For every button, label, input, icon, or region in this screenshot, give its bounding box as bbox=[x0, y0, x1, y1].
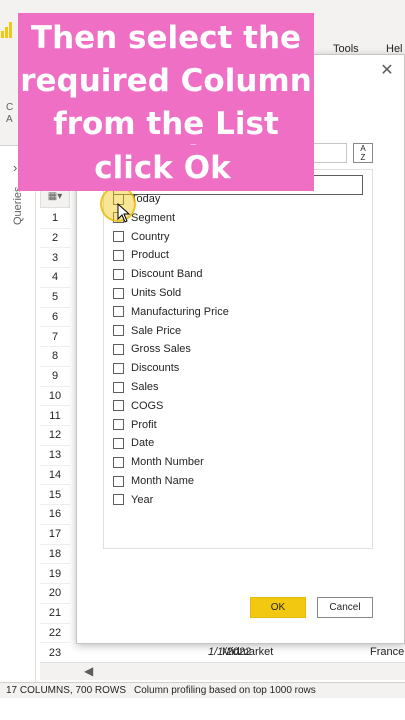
checkbox[interactable] bbox=[113, 249, 124, 261]
checkbox[interactable] bbox=[113, 475, 124, 487]
row-number[interactable]: 18 bbox=[40, 544, 70, 565]
table-cell-country[interactable]: France bbox=[370, 646, 404, 658]
row-number[interactable]: 4 bbox=[40, 268, 70, 288]
row-number[interactable]: 13 bbox=[40, 446, 70, 466]
checkbox[interactable] bbox=[113, 287, 124, 299]
sort-letter-top: A bbox=[360, 144, 366, 153]
table-cell-segment[interactable]: Midmarket bbox=[222, 646, 273, 658]
row-number[interactable]: 15 bbox=[40, 485, 70, 506]
column-label: Product bbox=[131, 249, 169, 262]
column-label: Gross Sales bbox=[131, 343, 191, 356]
column-label: Year bbox=[131, 493, 154, 506]
row-number[interactable]: 7 bbox=[40, 327, 70, 348]
checkbox[interactable] bbox=[113, 419, 124, 431]
row-number[interactable]: 20 bbox=[40, 584, 70, 604]
column-label: Discounts bbox=[131, 362, 180, 375]
list-item[interactable]: Sales bbox=[113, 378, 159, 396]
caption-line-4: click Ok bbox=[94, 150, 231, 186]
checkbox[interactable] bbox=[113, 362, 124, 374]
checkbox[interactable] bbox=[113, 343, 124, 355]
checkbox[interactable] bbox=[113, 437, 124, 449]
status-profiling: Column profiling based on top 1000 rows bbox=[134, 685, 316, 696]
column-label: Units Sold bbox=[131, 287, 182, 299]
column-label: Country bbox=[131, 230, 170, 243]
column-label: Manufacturing Price bbox=[131, 305, 229, 318]
caption-line-1: Then select the bbox=[30, 20, 302, 56]
column-label: Sale Price bbox=[131, 324, 182, 337]
list-item[interactable]: Profit bbox=[113, 416, 157, 434]
list-item[interactable]: Year bbox=[113, 491, 153, 509]
column-label: Sales bbox=[131, 381, 159, 393]
list-item[interactable]: COGS bbox=[113, 397, 163, 415]
mouse-pointer-icon bbox=[117, 203, 131, 223]
checkbox[interactable] bbox=[113, 231, 124, 243]
list-item[interactable]: Manufacturing Price bbox=[113, 303, 229, 321]
row-number[interactable]: 16 bbox=[40, 505, 70, 525]
column-label: Month Name bbox=[131, 475, 194, 487]
row-number[interactable]: 23 bbox=[40, 643, 70, 664]
row-number[interactable]: 17 bbox=[40, 525, 70, 545]
column-label: Month Number bbox=[131, 456, 204, 469]
list-item[interactable]: Discount Band bbox=[113, 265, 203, 283]
status-columns-rows: 17 COLUMNS, 700 ROWS bbox=[6, 685, 127, 696]
column-label: COGS bbox=[131, 399, 164, 412]
column-label: Discount Band bbox=[131, 268, 203, 281]
row-number[interactable]: 8 bbox=[40, 347, 70, 367]
tutorial-caption-tail: click Ok bbox=[89, 145, 236, 191]
list-item[interactable]: Units Sold bbox=[113, 284, 181, 302]
queries-pane: › Queries bbox=[0, 146, 36, 682]
sort-az-button[interactable]: A Z bbox=[353, 143, 373, 163]
horizontal-scrollbar[interactable]: ◀ bbox=[40, 662, 405, 680]
list-item[interactable]: Date bbox=[113, 434, 154, 452]
column-list: Today Segment Country Product Discount Band U… bbox=[103, 169, 373, 549]
row-number[interactable]: 21 bbox=[40, 604, 70, 624]
scroll-left-icon[interactable]: ◀ bbox=[84, 664, 93, 678]
queries-label[interactable]: Queries bbox=[12, 186, 24, 266]
row-number[interactable]: 1 bbox=[40, 209, 70, 229]
row-number[interactable]: 6 bbox=[40, 307, 70, 328]
cancel-button[interactable]: Cancel bbox=[317, 597, 373, 618]
row-number[interactable]: 14 bbox=[40, 465, 70, 486]
caption-line-2: required Column bbox=[20, 63, 312, 99]
row-number[interactable]: 19 bbox=[40, 564, 70, 585]
row-number[interactable]: 5 bbox=[40, 288, 70, 308]
column-label: Date bbox=[131, 437, 155, 450]
ok-button[interactable]: OK bbox=[250, 597, 306, 618]
row-number[interactable]: 22 bbox=[40, 623, 70, 644]
list-item[interactable]: Gross Sales bbox=[113, 340, 191, 358]
column-label: Profit bbox=[131, 418, 157, 431]
list-item[interactable]: Sale Price bbox=[113, 322, 181, 340]
checkbox[interactable] bbox=[113, 268, 124, 280]
checkbox[interactable] bbox=[113, 456, 124, 468]
column-label: Segment bbox=[131, 211, 176, 224]
list-item[interactable]: Country bbox=[113, 228, 170, 246]
checkbox[interactable] bbox=[113, 325, 124, 337]
checkbox[interactable] bbox=[113, 400, 124, 412]
row-number[interactable]: 9 bbox=[40, 367, 70, 387]
ribbon-fragment: C bbox=[6, 102, 14, 113]
row-number[interactable]: 11 bbox=[40, 406, 70, 427]
close-icon[interactable]: ✕ bbox=[377, 61, 397, 81]
power-bi-logo-icon bbox=[0, 22, 14, 38]
list-item[interactable]: Month Number bbox=[113, 453, 204, 471]
status-bar: 17 COLUMNS, 700 ROWS Column profiling ba… bbox=[0, 682, 405, 698]
list-item[interactable]: Discounts bbox=[113, 359, 179, 377]
row-number[interactable]: 3 bbox=[40, 248, 70, 269]
list-item[interactable]: Product bbox=[113, 246, 169, 264]
ribbon-fragment: A bbox=[6, 114, 13, 125]
checkbox[interactable] bbox=[113, 494, 124, 506]
list-item[interactable]: Month Name bbox=[113, 472, 194, 490]
sort-letter-bottom: Z bbox=[360, 153, 366, 162]
checkbox[interactable] bbox=[113, 306, 124, 318]
power-query-editor: Tools Hel C A › Queries ✕ ▦▾ 12345678910… bbox=[0, 0, 405, 720]
row-number[interactable]: 12 bbox=[40, 426, 70, 446]
row-number[interactable]: 10 bbox=[40, 386, 70, 407]
expand-chevron-icon[interactable]: › bbox=[13, 160, 17, 175]
checkbox[interactable] bbox=[113, 381, 124, 393]
row-number[interactable]: 2 bbox=[40, 228, 70, 249]
